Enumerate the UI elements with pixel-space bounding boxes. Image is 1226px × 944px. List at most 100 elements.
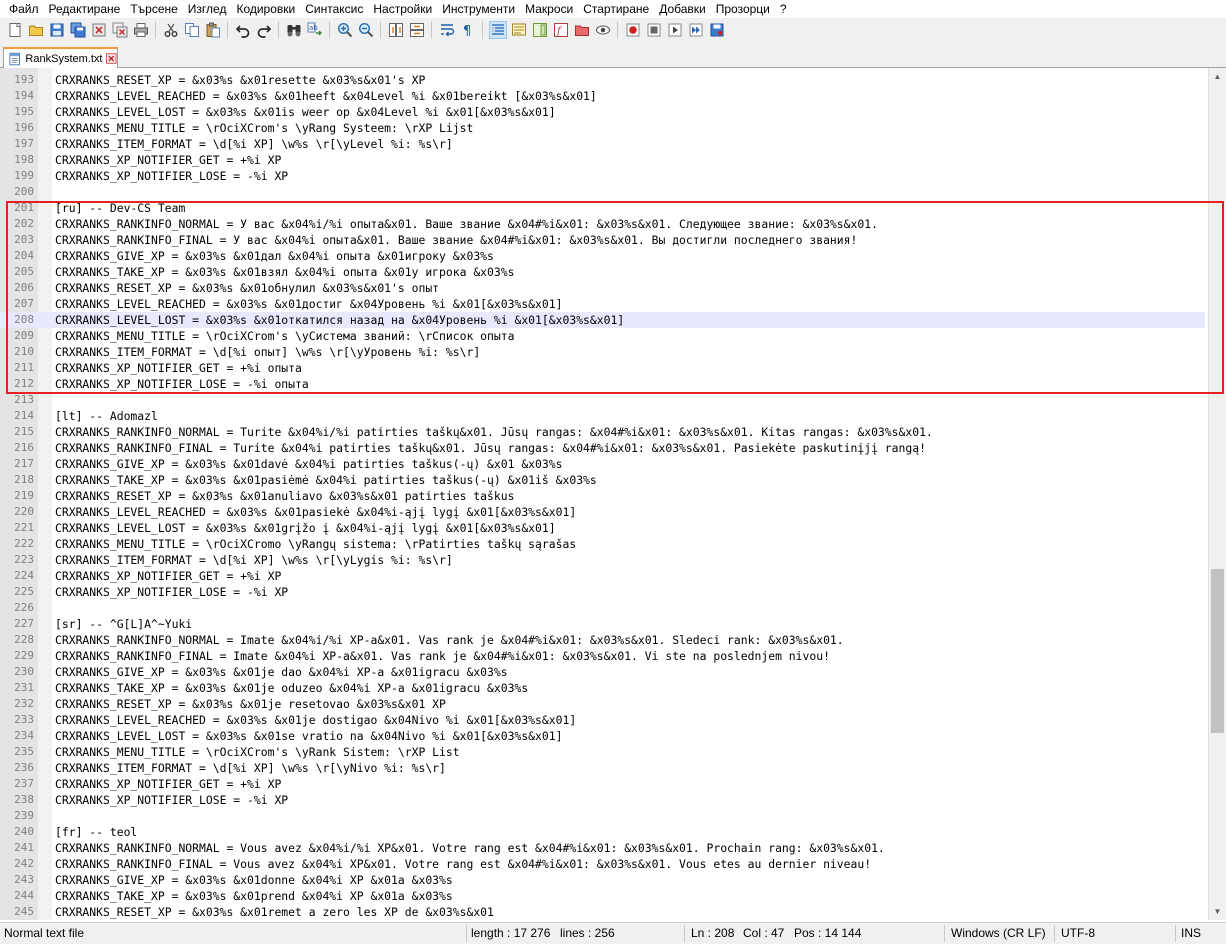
editor-line[interactable]: 222 CRXRANKS_MENU_TITLE = \rOciXCromo \yR… — [0, 536, 1205, 552]
editor-line[interactable]: 207 CRXRANKS_LEVEL_REACHED = &x03%s &x01д… — [0, 296, 1205, 312]
print-button[interactable] — [133, 22, 149, 38]
editor-line[interactable]: 243 CRXRANKS_GIVE_XP = &x03%s &x01donne &… — [0, 872, 1205, 888]
editor-line[interactable]: 205 CRXRANKS_TAKE_XP = &x03%s &x01взял &x… — [0, 264, 1205, 280]
editor-line[interactable]: 220 CRXRANKS_LEVEL_REACHED = &x03%s &x01p… — [0, 504, 1205, 520]
menu-item-3[interactable]: Изглед — [183, 0, 232, 18]
copy-button[interactable] — [184, 22, 200, 38]
menu-item-7[interactable]: Инструменти — [437, 0, 520, 18]
status-encoding[interactable]: UTF-8 — [1061, 923, 1095, 944]
tab-ranksystem[interactable]: RankSystem.txt — [3, 47, 118, 68]
editor-line[interactable]: 230 CRXRANKS_GIVE_XP = &x03%s &x01je dao … — [0, 664, 1205, 680]
editor-line[interactable]: 197 CRXRANKS_ITEM_FORMAT = \d[%i XP] \w%s… — [0, 136, 1205, 152]
editor-line[interactable]: 195 CRXRANKS_LEVEL_LOST = &x03%s &x01is w… — [0, 104, 1205, 120]
word-wrap-button[interactable] — [439, 22, 455, 38]
tab-close-icon[interactable] — [106, 53, 117, 64]
editor-line[interactable]: 237 CRXRANKS_XP_NOTIFIER_GET = +%i XP — [0, 776, 1205, 792]
save-all-button[interactable] — [70, 22, 86, 38]
sync-vertical-button[interactable] — [388, 22, 404, 38]
editor-line[interactable]: 238 CRXRANKS_XP_NOTIFIER_LOSE = -%i XP — [0, 792, 1205, 808]
save-macro-button[interactable] — [709, 22, 725, 38]
scroll-up-icon[interactable]: ▲ — [1209, 68, 1226, 85]
indent-guide-button[interactable] — [488, 21, 507, 39]
editor-line[interactable]: 229 CRXRANKS_RANKINFO_FINAL = Imate &x04%… — [0, 648, 1205, 664]
editor-line[interactable]: 239 — [0, 808, 1205, 824]
menu-item-10[interactable]: Добавки — [654, 0, 711, 18]
show-all-chars-button[interactable]: ¶ — [460, 22, 476, 38]
editor-line[interactable]: 223 CRXRANKS_ITEM_FORMAT = \d[%i XP] \w%s… — [0, 552, 1205, 568]
menu-item-1[interactable]: Редактиране — [44, 0, 126, 18]
monitoring-button[interactable] — [595, 22, 611, 38]
editor-line[interactable]: 219 CRXRANKS_RESET_XP = &x03%s &x01anulia… — [0, 488, 1205, 504]
zoom-out-button[interactable] — [358, 22, 374, 38]
paste-button[interactable] — [205, 22, 221, 38]
editor-line[interactable]: 221 CRXRANKS_LEVEL_LOST = &x03%s &x01grįž… — [0, 520, 1205, 536]
menu-item-8[interactable]: Макроси — [520, 0, 578, 18]
save-button[interactable] — [49, 22, 65, 38]
undo-button[interactable] — [235, 22, 251, 38]
editor-line[interactable]: 193 CRXRANKS_RESET_XP = &x03%s &x01resett… — [0, 72, 1205, 88]
record-macro-button[interactable] — [625, 22, 641, 38]
folder-workspace-button[interactable] — [574, 22, 590, 38]
close-all-button[interactable] — [112, 22, 128, 38]
editor-line[interactable]: 199 CRXRANKS_XP_NOTIFIER_LOSE = -%i XP — [0, 168, 1205, 184]
function-list-button[interactable]: f — [553, 22, 569, 38]
scroll-down-icon[interactable]: ▼ — [1209, 903, 1226, 920]
open-file-button[interactable] — [28, 22, 44, 38]
editor-line[interactable]: 198 CRXRANKS_XP_NOTIFIER_GET = +%i XP — [0, 152, 1205, 168]
run-macro-multiple-button[interactable] — [688, 22, 704, 38]
menu-item-12[interactable]: ? — [775, 0, 792, 18]
find-button[interactable] — [286, 22, 302, 38]
editor-line[interactable]: 204 CRXRANKS_GIVE_XP = &x03%s &x01дал &x0… — [0, 248, 1205, 264]
editor-line[interactable]: 210 CRXRANKS_ITEM_FORMAT = \d[%i опыт] \w… — [0, 344, 1205, 360]
editor-line[interactable]: 215 CRXRANKS_RANKINFO_NORMAL = Turite &x0… — [0, 424, 1205, 440]
editor-line[interactable]: 194 CRXRANKS_LEVEL_REACHED = &x03%s &x01h… — [0, 88, 1205, 104]
editor-line[interactable]: 203 CRXRANKS_RANKINFO_FINAL = У вас &x04%… — [0, 232, 1205, 248]
editor-line[interactable]: 227 [sr] -- ^G[L]A^~Yuki — [0, 616, 1205, 632]
editor-line[interactable]: 211 CRXRANKS_XP_NOTIFIER_GET = +%i опыта — [0, 360, 1205, 376]
editor-line[interactable]: 206 CRXRANKS_RESET_XP = &x03%s &x01обнули… — [0, 280, 1205, 296]
editor-line[interactable]: 213 — [0, 392, 1205, 408]
menu-item-4[interactable]: Кодировки — [231, 0, 300, 18]
editor-line[interactable]: 218 CRXRANKS_TAKE_XP = &x03%s &x01pasiėmė… — [0, 472, 1205, 488]
replace-button[interactable]: ab — [307, 22, 323, 38]
editor-line[interactable]: 242 CRXRANKS_RANKINFO_FINAL = Vous avez &… — [0, 856, 1205, 872]
editor-line[interactable]: 234 CRXRANKS_LEVEL_LOST = &x03%s &x01se v… — [0, 728, 1205, 744]
vertical-scrollbar[interactable]: ▲ ▼ — [1208, 68, 1226, 920]
new-file-button[interactable] — [7, 22, 23, 38]
editor-line[interactable]: 208 CRXRANKS_LEVEL_LOST = &x03%s &x01отка… — [0, 312, 1205, 328]
cut-button[interactable] — [163, 22, 179, 38]
editor-line[interactable]: 212 CRXRANKS_XP_NOTIFIER_LOSE = -%i опыта — [0, 376, 1205, 392]
editor-line[interactable]: 202 CRXRANKS_RANKINFO_NORMAL = У вас &x04… — [0, 216, 1205, 232]
language-button[interactable] — [511, 22, 527, 38]
editor-line[interactable]: 244 CRXRANKS_TAKE_XP = &x03%s &x01prend &… — [0, 888, 1205, 904]
editor-line[interactable]: 235 CRXRANKS_MENU_TITLE = \rOciXCrom's \y… — [0, 744, 1205, 760]
close-button[interactable] — [91, 22, 107, 38]
status-mode[interactable]: INS — [1181, 923, 1201, 944]
editor-line[interactable]: 228 CRXRANKS_RANKINFO_NORMAL = Imate &x04… — [0, 632, 1205, 648]
editor-line[interactable]: 245 CRXRANKS_RESET_XP = &x03%s &x01remet … — [0, 904, 1205, 920]
text-editor[interactable]: 193 CRXRANKS_RESET_XP = &x03%s &x01resett… — [0, 68, 1226, 922]
doc-map-button[interactable] — [532, 22, 548, 38]
editor-line[interactable]: 214 [lt] -- Adomazl — [0, 408, 1205, 424]
redo-button[interactable] — [256, 22, 272, 38]
editor-line[interactable]: 216 CRXRANKS_RANKINFO_FINAL = Turite &x04… — [0, 440, 1205, 456]
menu-item-11[interactable]: Прозорци — [711, 0, 775, 18]
status-eol[interactable]: Windows (CR LF) — [951, 923, 1046, 944]
menu-item-6[interactable]: Настройки — [368, 0, 437, 18]
menu-item-2[interactable]: Търсене — [125, 0, 182, 18]
editor-line[interactable]: 233 CRXRANKS_LEVEL_REACHED = &x03%s &x01j… — [0, 712, 1205, 728]
editor-line[interactable]: 240 [fr] -- teol — [0, 824, 1205, 840]
play-macro-button[interactable] — [667, 22, 683, 38]
editor-line[interactable]: 231 CRXRANKS_TAKE_XP = &x03%s &x01je oduz… — [0, 680, 1205, 696]
menu-item-5[interactable]: Синтаксис — [300, 0, 368, 18]
editor-line[interactable]: 225 CRXRANKS_XP_NOTIFIER_LOSE = -%i XP — [0, 584, 1205, 600]
sync-horizontal-button[interactable] — [409, 22, 425, 38]
editor-line[interactable]: 200 — [0, 184, 1205, 200]
stop-record-button[interactable] — [646, 22, 662, 38]
editor-line[interactable]: 201 [ru] -- Dev-CS Team — [0, 200, 1205, 216]
editor-line[interactable]: 226 — [0, 600, 1205, 616]
editor-line[interactable]: 241 CRXRANKS_RANKINFO_NORMAL = Vous avez … — [0, 840, 1205, 856]
menu-item-9[interactable]: Стартиране — [578, 0, 654, 18]
editor-line[interactable]: 217 CRXRANKS_GIVE_XP = &x03%s &x01davė &x… — [0, 456, 1205, 472]
editor-line[interactable]: 196 CRXRANKS_MENU_TITLE = \rOciXCrom's \y… — [0, 120, 1205, 136]
